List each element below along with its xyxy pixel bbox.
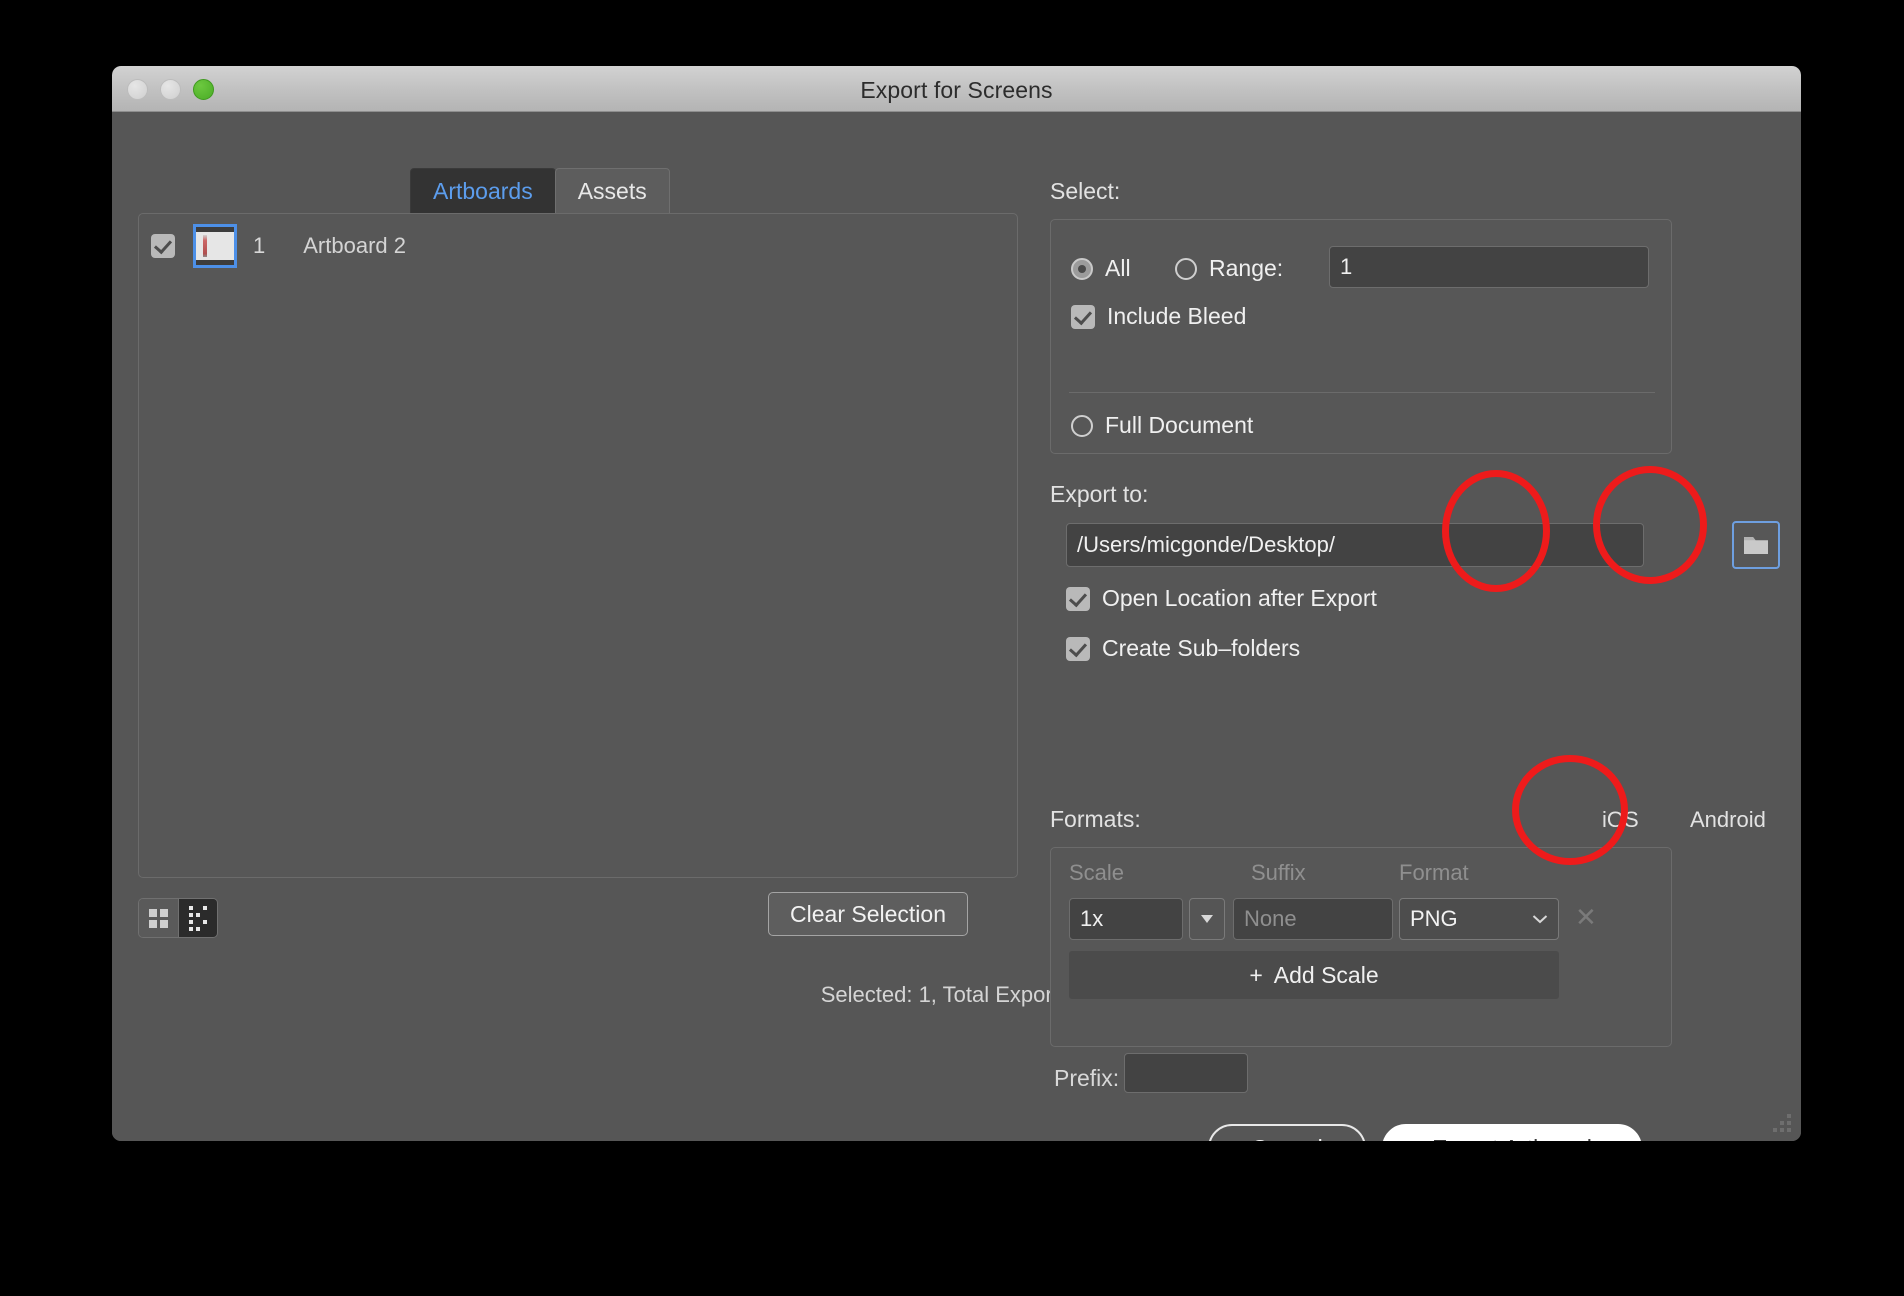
- grid-icon: [149, 908, 168, 928]
- export-path-input[interactable]: /Users/micgonde/Desktop/: [1066, 523, 1644, 567]
- plus-icon: +: [1249, 961, 1263, 988]
- open-location-check-icon: [1066, 586, 1090, 611]
- radio-full-document-label: Full Document: [1105, 412, 1254, 438]
- artboard-index: 1: [253, 233, 266, 258]
- column-header-format: Format: [1399, 860, 1469, 885]
- select-section-label: Select:: [1050, 178, 1121, 204]
- export-to-label: Export to:: [1050, 481, 1149, 507]
- detail-list-icon: [189, 905, 207, 931]
- resize-grip[interactable]: [1773, 1114, 1795, 1136]
- window-titlebar[interactable]: Export for Screens: [112, 66, 1801, 112]
- chevron-down-icon: [1532, 915, 1548, 924]
- radio-range[interactable]: Range:: [1175, 255, 1283, 282]
- range-input[interactable]: 1: [1329, 246, 1649, 288]
- open-location-label: Open Location after Export: [1102, 585, 1377, 611]
- radio-all[interactable]: All: [1071, 255, 1131, 282]
- view-toggle-group: [138, 898, 218, 938]
- export-for-screens-window: Export for Screens Artboards Assets 1 Ar…: [112, 66, 1801, 1141]
- create-subfolders-check-icon: [1066, 636, 1090, 661]
- thumbnail-artwork: [203, 235, 207, 257]
- window-title: Export for Screens: [860, 77, 1053, 103]
- scale-input[interactable]: 1x: [1069, 898, 1183, 940]
- triangle-down-icon: [1201, 915, 1213, 923]
- list-item[interactable]: 1 Artboard 2: [139, 214, 1017, 268]
- export-artboard-button[interactable]: Export Artboard: [1382, 1124, 1642, 1141]
- prefix-input[interactable]: [1124, 1053, 1248, 1093]
- formats-label: Formats:: [1050, 806, 1141, 832]
- select-group: All Range: 1 Include Bleed Full Document: [1050, 219, 1672, 454]
- remove-scale-button[interactable]: ✕: [1575, 902, 1597, 933]
- folder-browse-button[interactable]: [1732, 521, 1780, 569]
- add-scale-button[interactable]: + Add Scale: [1069, 951, 1559, 999]
- radio-range-label: Range:: [1209, 255, 1284, 281]
- screen: Export for Screens Artboards Assets 1 Ar…: [0, 0, 1904, 1296]
- options-pane: Select: All Range: 1 Include Bleed Full …: [1042, 112, 1787, 1141]
- include-bleed-label: Include Bleed: [1107, 303, 1247, 329]
- dialog-body: Artboards Assets 1 Artboard 2 Clear Sele…: [112, 112, 1801, 1141]
- radio-full-document-icon: [1071, 414, 1093, 437]
- radio-range-icon: [1175, 257, 1197, 280]
- prefix-label: Prefix:: [1054, 1065, 1120, 1091]
- artboard-checkbox[interactable]: [151, 234, 175, 258]
- tab-artboards[interactable]: Artboards: [410, 168, 556, 216]
- list-view-button[interactable]: [178, 899, 217, 937]
- divider: [1069, 392, 1655, 393]
- radio-all-icon: [1071, 257, 1093, 280]
- tab-assets[interactable]: Assets: [554, 168, 670, 216]
- artboard-thumbnail[interactable]: [193, 224, 237, 268]
- open-location-checkbox[interactable]: Open Location after Export: [1066, 585, 1377, 612]
- clear-selection-button[interactable]: Clear Selection: [768, 892, 968, 936]
- add-scale-label: Add Scale: [1273, 961, 1379, 988]
- column-header-scale: Scale: [1069, 860, 1125, 885]
- column-header-suffix: Suffix: [1251, 860, 1306, 885]
- include-bleed-check-icon: [1071, 304, 1095, 329]
- format-dropdown[interactable]: PNG: [1399, 898, 1559, 940]
- tab-bar: Artboards Assets: [410, 168, 670, 216]
- artboard-list-panel[interactable]: 1 Artboard 2: [138, 213, 1018, 878]
- formats-group: Scale Suffix Format 1x None PNG ✕ + Add …: [1050, 847, 1672, 1047]
- folder-icon: [1744, 537, 1768, 554]
- create-subfolders-checkbox[interactable]: Create Sub–folders: [1066, 635, 1300, 662]
- include-bleed-checkbox[interactable]: Include Bleed: [1071, 303, 1246, 330]
- format-dropdown-value: PNG: [1410, 906, 1458, 931]
- preset-ios-button[interactable]: iOS: [1602, 807, 1639, 833]
- radio-full-document[interactable]: Full Document: [1071, 412, 1253, 439]
- scale-dropdown-button[interactable]: [1189, 898, 1225, 940]
- radio-all-label: All: [1105, 255, 1131, 281]
- grid-view-button[interactable]: [139, 899, 178, 937]
- suffix-input[interactable]: None: [1233, 898, 1393, 940]
- cancel-button[interactable]: Cancel: [1208, 1124, 1366, 1141]
- artboard-name: Artboard 2: [303, 233, 406, 258]
- create-subfolders-label: Create Sub–folders: [1102, 635, 1301, 661]
- preset-android-button[interactable]: Android: [1690, 807, 1766, 833]
